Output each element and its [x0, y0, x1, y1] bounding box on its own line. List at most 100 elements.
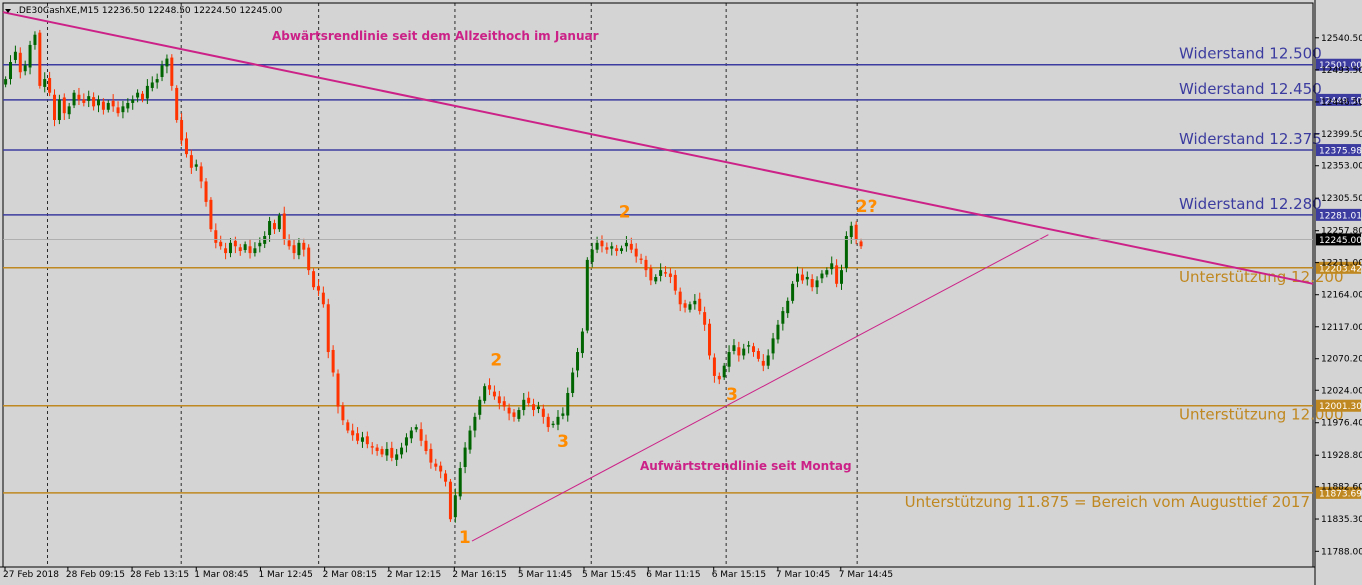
- level-label-2: Widerstand 12.375: [1179, 130, 1322, 148]
- candle-body-21: [106, 102, 110, 110]
- candle-body-128: [629, 243, 633, 250]
- candle-body-72: [356, 433, 360, 441]
- wave-label-0: 1: [459, 528, 471, 548]
- candle-body-19: [96, 99, 100, 106]
- price-chart[interactable]: Widerstand 12.500 Widerstand 12.450 Widers…: [0, 0, 1362, 585]
- candle-body-111: [546, 416, 550, 428]
- candle-body-17: [87, 96, 91, 101]
- candle-body-168: [825, 270, 829, 275]
- candle-body-15: [77, 94, 81, 100]
- candle-body-79: [390, 447, 394, 458]
- up-trend-annotation: Aufwärtstrendlinie seit Montag: [640, 459, 852, 473]
- candle-body-100: [492, 391, 496, 397]
- wave-label-2: 3: [557, 432, 569, 452]
- candle-body-155: [761, 360, 765, 366]
- candle-body-33: [165, 58, 169, 67]
- chart-container[interactable]: Widerstand 12.500 Widerstand 12.450 Widers…: [0, 0, 1362, 585]
- price-tick-label-10: 12070.20: [1321, 355, 1362, 365]
- candle-body-11: [57, 99, 61, 121]
- candle-body-43: [214, 230, 218, 243]
- candle-body-48: [238, 247, 242, 252]
- candle-body-47: [233, 240, 237, 247]
- candle-body-113: [556, 416, 560, 425]
- candle-body-74: [365, 436, 369, 445]
- time-tick-label-7: 2 Mar 16:15: [452, 570, 506, 580]
- candle-body-157: [771, 338, 775, 354]
- candle-body-91: [448, 481, 452, 520]
- candle-body-3: [18, 52, 22, 73]
- candle-body-56: [277, 215, 281, 230]
- candle-body-147: [722, 365, 726, 378]
- candle-body-80: [395, 454, 399, 460]
- candle-body-159: [781, 311, 785, 324]
- candle-body-16: [82, 99, 86, 103]
- candle-body-94: [463, 447, 467, 468]
- candle-body-132: [649, 268, 653, 281]
- candle-body-125: [615, 248, 619, 252]
- candle-body-121: [595, 242, 599, 250]
- candle-body-105: [517, 410, 521, 419]
- candle-body-172: [844, 236, 848, 269]
- candle-body-7: [38, 32, 42, 86]
- price-tick-label-0: 12540.50: [1321, 34, 1362, 44]
- candle-body-140: [688, 304, 692, 310]
- candle-body-29: [145, 85, 149, 99]
- candle-body-65: [321, 292, 325, 305]
- candle-body-129: [634, 248, 638, 257]
- level-price-text-2: 12375.98: [1319, 147, 1362, 157]
- candle-body-143: [703, 312, 707, 325]
- candle-body-116: [571, 372, 575, 393]
- candle-body-158: [776, 324, 780, 340]
- candle-body-46: [228, 242, 232, 254]
- candle-body-110: [541, 408, 545, 417]
- candle-body-37: [184, 138, 188, 155]
- candle-body-32: [160, 65, 164, 78]
- candle-body-2: [13, 51, 17, 60]
- candle-body-51: [253, 248, 257, 254]
- candle-body-123: [605, 247, 609, 250]
- candle-body-90: [444, 473, 448, 482]
- candle-body-27: [136, 92, 140, 98]
- price-tick-label-5: 12305.50: [1321, 194, 1362, 204]
- candle-body-66: [326, 304, 330, 353]
- candle-body-14: [72, 92, 76, 106]
- candle-body-146: [717, 375, 721, 380]
- candle-body-83: [409, 430, 413, 439]
- time-tick-label-0: 27 Feb 2018: [3, 570, 59, 580]
- candle-body-153: [752, 346, 756, 353]
- candle-body-81: [400, 447, 404, 455]
- candle-body-8: [43, 79, 47, 87]
- price-tick-label-12: 11976.40: [1321, 419, 1362, 429]
- candle-body-167: [820, 273, 824, 279]
- price-tick-label-3: 12399.50: [1321, 130, 1362, 140]
- candle-body-96: [473, 416, 477, 431]
- candle-body-31: [155, 79, 159, 83]
- candle-body-163: [800, 274, 804, 281]
- candle-body-98: [483, 386, 487, 401]
- candle-body-84: [414, 427, 418, 430]
- candle-body-77: [380, 448, 384, 455]
- candle-body-68: [336, 373, 340, 407]
- candle-body-166: [815, 280, 819, 288]
- candle-body-35: [175, 87, 179, 121]
- candle-body-150: [737, 347, 741, 356]
- candle-body-136: [668, 273, 672, 277]
- symbol-header: .DE30CashXE,M15 12236.50 12248.50 12224.…: [16, 6, 283, 16]
- candle-body-114: [561, 413, 565, 416]
- candle-body-104: [512, 412, 516, 417]
- candle-body-53: [263, 236, 267, 244]
- time-tick-label-10: 6 Mar 11:15: [646, 570, 700, 580]
- time-tick-label-3: 1 Mar 08:45: [194, 570, 248, 580]
- candle-body-0: [4, 79, 8, 85]
- candle-body-63: [312, 271, 316, 288]
- price-tick-label-9: 12117.00: [1321, 323, 1362, 333]
- candle-body-173: [849, 225, 853, 238]
- candle-body-42: [209, 199, 213, 230]
- candle-body-82: [404, 437, 408, 446]
- candle-body-165: [810, 279, 814, 288]
- candle-body-60: [297, 242, 301, 256]
- candle-body-133: [654, 276, 658, 282]
- price-tick-label-16: 11788.00: [1321, 547, 1362, 557]
- candle-body-30: [150, 82, 154, 88]
- candle-body-40: [199, 166, 203, 182]
